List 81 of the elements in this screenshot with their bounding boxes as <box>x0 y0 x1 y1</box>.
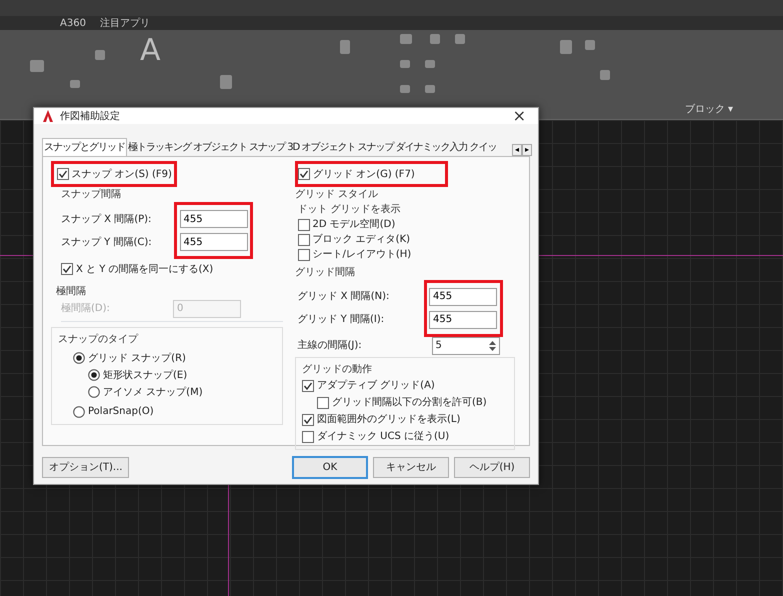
tool-icon[interactable] <box>70 80 80 88</box>
checked-box-icon[interactable] <box>56 168 68 180</box>
checkbox[interactable]: シート/レイアウト(H) <box>298 247 515 262</box>
tool-icon[interactable] <box>455 34 465 44</box>
input-field[interactable]: 455 <box>429 310 497 328</box>
checkbox[interactable]: ダイナミック UCS に従う(U) <box>302 428 508 445</box>
tab[interactable]: 3D オブジェクト スナップ <box>286 139 395 156</box>
group-title: スナップのタイプ <box>58 332 140 347</box>
checkbox[interactable]: グリッド オン(G) (F7) <box>298 166 415 182</box>
checkbox[interactable]: グリッド間隔以下の分割を許可(B) <box>317 394 508 411</box>
tool-icon[interactable] <box>600 70 610 80</box>
empty-box-icon[interactable] <box>298 248 310 260</box>
radio-button[interactable]: グリッド スナップ(R) <box>73 350 276 366</box>
checkbox[interactable]: スナップ オン(S) (F9) <box>56 166 172 182</box>
checkbox[interactable]: ブロック エディタ(K) <box>298 232 515 247</box>
tool-icon[interactable] <box>425 85 435 93</box>
radio-off-icon[interactable] <box>88 386 100 398</box>
tab[interactable]: 極トラッキング <box>127 139 192 156</box>
group-subtitle: ドット グリッドを表示 <box>298 202 402 217</box>
tab-scroll-button[interactable]: ◂ <box>512 144 522 156</box>
tool-icon[interactable] <box>400 34 412 44</box>
tool-icon[interactable] <box>425 60 435 68</box>
input-field[interactable]: 455 <box>180 233 248 251</box>
checkbox[interactable]: 2D モデル空間(D) <box>298 217 515 232</box>
checkbox[interactable]: 図面範囲外のグリッドを表示(L) <box>302 411 508 428</box>
empty-box-icon[interactable] <box>298 234 310 246</box>
tab[interactable]: ダイナミック入力 <box>394 139 469 156</box>
radio-button[interactable]: 矩形状スナップ(E) <box>88 366 276 384</box>
spin-arrows-icon <box>488 340 496 352</box>
tool-icon[interactable] <box>220 75 232 89</box>
empty-box-icon[interactable] <box>298 218 310 230</box>
tool-icon[interactable] <box>340 40 350 54</box>
input-field[interactable]: 455 <box>429 288 497 306</box>
empty-box-icon[interactable] <box>317 396 329 408</box>
group-title: グリッド スタイル <box>295 188 380 202</box>
tab[interactable]: スナップとグリッド <box>42 138 127 156</box>
input-field[interactable]: 455 <box>180 210 248 228</box>
radio-on-icon[interactable] <box>88 369 100 381</box>
checked-box-icon[interactable] <box>298 168 310 180</box>
tool-icon[interactable] <box>400 60 410 68</box>
panel-label[interactable]: ブロック ▾ <box>684 102 733 117</box>
field-label: 極間隔(D): <box>61 302 111 316</box>
checkbox[interactable]: アダプティブ グリッド(A) <box>302 377 508 394</box>
tool-icon[interactable] <box>30 60 44 72</box>
radio-button[interactable]: PolarSnap(O) <box>73 403 276 420</box>
group-title: グリッドの動作 <box>302 363 373 377</box>
text-style-icon[interactable]: A <box>140 36 161 66</box>
dialog-button[interactable]: ヘルプ(H) <box>454 457 530 478</box>
field-label: グリッド X 間隔(N): <box>298 290 390 304</box>
spin-field[interactable]: 5 <box>432 336 500 354</box>
tool-icon[interactable] <box>585 40 595 50</box>
tool-icon[interactable] <box>430 34 440 44</box>
checkbox[interactable]: X と Y の間隔を同一にする(X) <box>61 262 283 276</box>
field-label: 主線の間隔(J): <box>298 338 363 353</box>
tab[interactable]: クイッ <box>468 139 498 156</box>
field-label: スナップ Y 間隔(C): <box>61 236 152 250</box>
tool-icon[interactable] <box>560 40 572 54</box>
checked-box-icon[interactable] <box>302 380 314 392</box>
radio-button[interactable]: アイソメ スナップ(M) <box>88 384 276 400</box>
ribbon-tab[interactable]: A360 <box>60 16 86 30</box>
tab-scroll-button[interactable]: ▸ <box>522 144 532 156</box>
window-title: 作図補助設定 <box>60 110 120 124</box>
ribbon-tab[interactable]: 注目アプリ <box>100 16 150 30</box>
group-title: スナップ間隔 <box>61 188 122 202</box>
tool-icon[interactable] <box>95 50 105 60</box>
app-logo-icon <box>42 110 54 122</box>
checked-box-icon[interactable] <box>61 263 73 275</box>
group-title: 極間隔 <box>56 284 87 299</box>
field-label: スナップ X 間隔(P): <box>61 212 152 226</box>
close-button[interactable]: × <box>508 108 530 124</box>
group-title: グリッド間隔 <box>295 266 356 280</box>
tool-icon[interactable] <box>400 85 410 93</box>
dialog-button[interactable]: オプション(T)... <box>42 457 130 478</box>
radio-on-icon[interactable] <box>73 352 85 364</box>
dialog-button[interactable]: OK <box>292 456 368 479</box>
field-label: グリッド Y 間隔(I): <box>298 313 384 327</box>
checked-box-icon[interactable] <box>302 414 314 426</box>
tab[interactable]: オブジェクト スナップ <box>192 139 286 156</box>
radio-off-icon[interactable] <box>73 406 85 418</box>
dialog-button[interactable]: キャンセル <box>373 457 449 478</box>
empty-box-icon[interactable] <box>302 430 314 442</box>
